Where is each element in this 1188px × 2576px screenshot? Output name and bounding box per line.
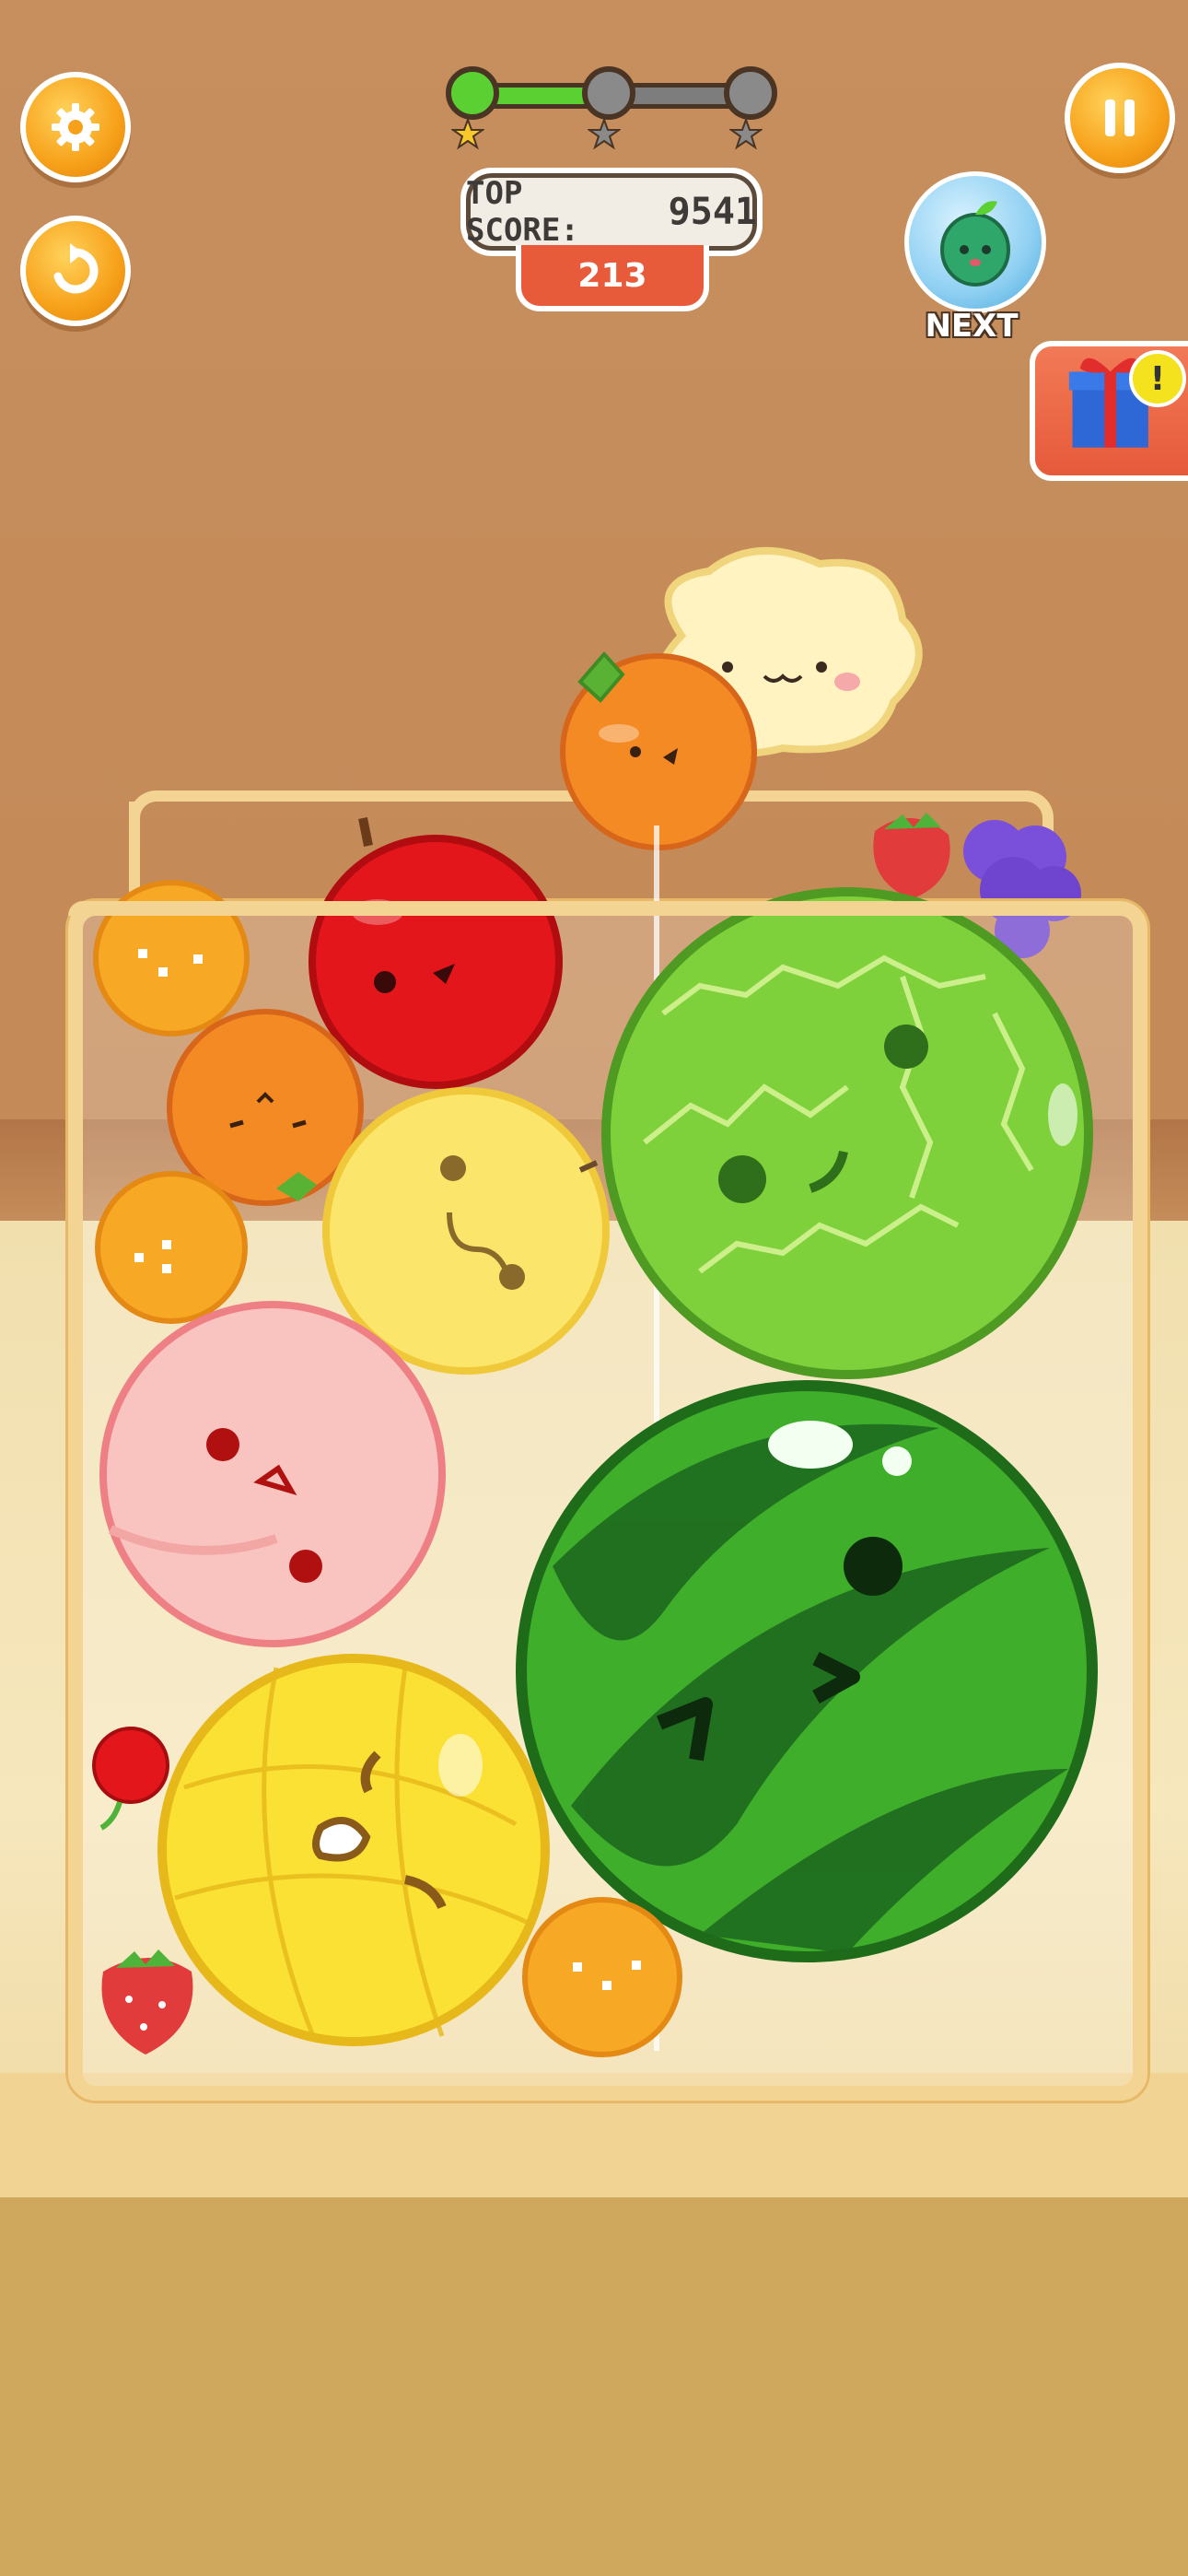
stage-marker-1 <box>446 66 499 120</box>
stage-marker-2 <box>582 66 635 120</box>
pause-icon <box>1105 100 1135 136</box>
stage-marker-3 <box>724 66 777 120</box>
gift-alert-badge: ! <box>1129 350 1186 407</box>
star-icon <box>588 118 621 150</box>
settings-button[interactable] <box>20 72 131 182</box>
jar-left-edge <box>129 802 140 903</box>
top-score-panel: TOP SCORE: 9541 <box>460 168 763 256</box>
pause-button[interactable] <box>1065 63 1175 173</box>
drop-guide-line <box>654 825 659 2051</box>
gear-icon <box>52 103 99 151</box>
restart-icon <box>53 243 99 294</box>
fruit-jar[interactable] <box>68 901 1147 2101</box>
next-fruit-preview <box>904 171 1046 313</box>
star-icon <box>451 118 484 150</box>
top-score-label: TOP SCORE: <box>466 175 579 249</box>
background-bottom <box>0 2197 1188 2576</box>
star-icon <box>729 118 763 150</box>
restart-button[interactable] <box>20 216 131 326</box>
jar-front-rim <box>68 901 1118 916</box>
next-label: NEXT <box>925 308 1019 345</box>
current-score: 213 <box>516 245 709 311</box>
top-score-value: 9541 <box>668 191 757 233</box>
lime-icon <box>940 201 1010 287</box>
